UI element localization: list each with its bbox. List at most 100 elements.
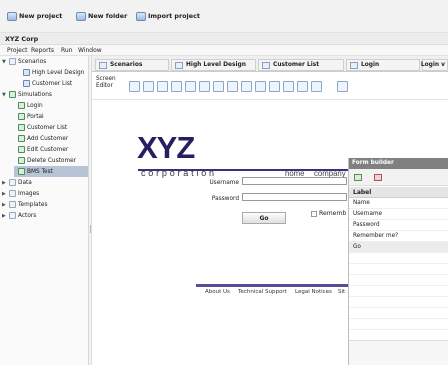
form-builder-title: Form builder <box>349 158 448 169</box>
frame-tool-icon[interactable] <box>297 81 308 92</box>
form-builder-row[interactable] <box>349 286 448 297</box>
label-tool-icon[interactable] <box>143 81 154 92</box>
tree-item-login[interactable]: Login <box>18 100 43 111</box>
form-builder-row[interactable]: Go <box>349 242 448 253</box>
panel-tool-icon[interactable] <box>283 81 294 92</box>
tree-item-actors[interactable]: ▶ Actors <box>2 210 36 221</box>
import-project-button[interactable]: Import project <box>136 10 200 22</box>
tab-login[interactable]: Login <box>346 59 420 71</box>
folder-icon <box>9 212 16 219</box>
footer-about-us[interactable]: About Us <box>205 289 230 295</box>
tree-label: High Level Design <box>32 69 85 76</box>
go-button[interactable]: Go <box>242 212 286 224</box>
tab-high-level-design[interactable]: High Level Design <box>171 59 256 71</box>
grid-tool-icon[interactable] <box>311 81 322 92</box>
expand-arrow-icon[interactable]: ▶ <box>2 191 7 197</box>
expand-arrow-icon[interactable]: ▶ <box>2 202 7 208</box>
new-folder-button[interactable]: New folder <box>76 10 127 22</box>
checkbox-tool-icon[interactable] <box>213 81 224 92</box>
page-icon <box>23 80 30 87</box>
image-tool-icon[interactable] <box>199 81 210 92</box>
folder-icon <box>9 190 16 197</box>
tree-item-customer-list-sim[interactable]: Customer List <box>18 122 67 133</box>
tree-item-high-level-design[interactable]: High Level Design <box>23 67 84 78</box>
tree-item-delete-customer[interactable]: Delete Customer <box>18 155 76 166</box>
tab-customer-list[interactable]: Customer List <box>258 59 344 71</box>
table-tool-icon[interactable] <box>185 81 196 92</box>
tab-scenarios[interactable]: Scenarios <box>95 59 169 71</box>
form-builder-row[interactable] <box>349 308 448 319</box>
splitter-grip[interactable] <box>90 225 91 233</box>
tree-label: Edit Customer <box>27 146 69 153</box>
form-builder-row[interactable] <box>349 275 448 286</box>
tab-label: Login <box>361 62 380 68</box>
add-row-icon[interactable] <box>354 174 362 181</box>
tab-login-v[interactable]: Login v <box>421 59 448 71</box>
text-tool-icon[interactable] <box>129 81 140 92</box>
footer-technical-support[interactable]: Technical Support <box>238 289 287 295</box>
tree-item-templates[interactable]: ▶ Templates <box>2 199 47 210</box>
username-label: Username <box>209 180 239 186</box>
form-builder-header: Label <box>349 187 448 198</box>
form-builder-row[interactable]: Password <box>349 220 448 231</box>
form-builder-row[interactable]: Username <box>349 209 448 220</box>
form-builder-row[interactable]: Remember me? <box>349 231 448 242</box>
delete-row-icon[interactable] <box>374 174 382 181</box>
form-builder-row[interactable]: Name <box>349 198 448 209</box>
tree-item-add-customer[interactable]: Add Customer <box>18 133 68 144</box>
menu-reports[interactable]: Reports <box>31 47 54 54</box>
password-label: Password <box>211 196 239 202</box>
expand-arrow-icon[interactable]: ▶ <box>2 213 7 219</box>
actor-tool-icon[interactable] <box>337 81 348 92</box>
new-folder-label: New folder <box>88 12 128 20</box>
tab-label: Customer List <box>273 62 320 68</box>
form-builder-toolbar <box>349 169 448 186</box>
editor-tabs: Scenarios High Level Design Customer Lis… <box>92 56 448 72</box>
footer-sitemap[interactable]: Sit <box>338 289 345 295</box>
tree-label: Scenarios <box>18 58 47 65</box>
list-tool-icon[interactable] <box>171 81 182 92</box>
tree-item-edit-customer[interactable]: Edit Customer <box>18 144 68 155</box>
tree-item-bms-test[interactable]: BMS Test <box>14 166 88 177</box>
tree-item-scenarios[interactable]: ▼ Scenarios <box>2 56 46 67</box>
expand-arrow-icon[interactable]: ▼ <box>2 59 7 65</box>
green-page-icon <box>18 124 25 131</box>
password-field[interactable] <box>242 193 347 201</box>
menu-run[interactable]: Run <box>61 47 73 54</box>
ok-button-tool-icon[interactable] <box>157 81 168 92</box>
form-builder-row[interactable] <box>349 264 448 275</box>
footer-legal-notices[interactable]: Legal Notices <box>295 289 332 295</box>
page-icon <box>23 69 30 76</box>
green-page-icon <box>18 102 25 109</box>
tree-item-data[interactable]: ▶ Data <box>2 177 32 188</box>
tree-item-portal[interactable]: Portal <box>18 111 44 122</box>
tree-label: Customer List <box>27 124 68 131</box>
form-builder-row[interactable] <box>349 297 448 308</box>
page-tab-icon <box>175 61 183 69</box>
tree-label: Delete Customer <box>27 157 77 164</box>
menu-bar: Project Reports Run Window <box>0 45 448 56</box>
note-tool-icon[interactable] <box>241 81 252 92</box>
search-tool-icon[interactable] <box>255 81 266 92</box>
username-field[interactable] <box>242 177 347 185</box>
expand-arrow-icon[interactable]: ▶ <box>2 180 7 186</box>
green-page-icon <box>18 113 25 120</box>
remember-checkbox[interactable] <box>311 211 317 217</box>
tree-item-images[interactable]: ▶ Images <box>2 188 39 199</box>
radio-tool-icon[interactable] <box>227 81 238 92</box>
tree-item-simulations[interactable]: ▼ Simulations <box>2 89 52 100</box>
form-builder-row[interactable] <box>349 253 448 264</box>
form-builder-row[interactable] <box>349 319 448 330</box>
picture-tool-icon[interactable] <box>269 81 280 92</box>
import-project-icon <box>136 11 146 21</box>
green-page-icon <box>18 157 25 164</box>
menu-project[interactable]: Project <box>7 47 28 54</box>
new-project-button[interactable]: New project <box>7 10 62 22</box>
screen-editor-label: Screen Editor <box>96 76 116 89</box>
folder-icon <box>9 91 16 98</box>
form-builder-panel: Form builder Label Name Username Passwor… <box>348 158 448 365</box>
app-title: XYZ Corp <box>5 35 39 43</box>
menu-window[interactable]: Window <box>78 47 102 54</box>
tree-item-customer-list[interactable]: Customer List <box>23 78 72 89</box>
expand-arrow-icon[interactable]: ▼ <box>2 92 7 98</box>
